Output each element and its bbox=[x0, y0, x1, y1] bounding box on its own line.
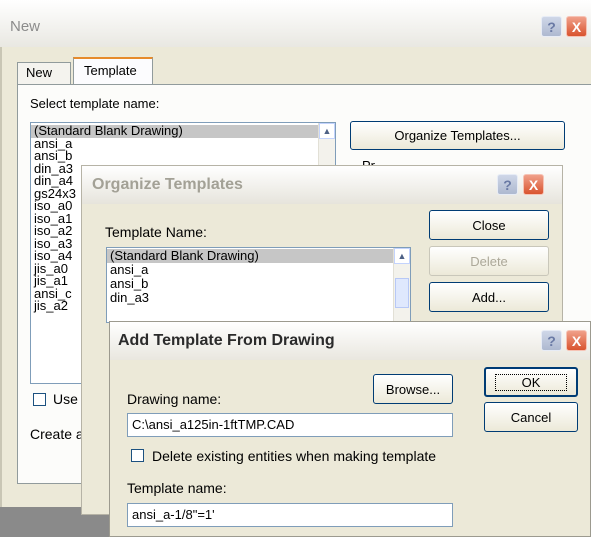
use-checkbox[interactable] bbox=[33, 393, 46, 406]
browse-button[interactable]: Browse... bbox=[373, 374, 453, 404]
add-template-dialog: Add Template From Drawing ? X Drawing na… bbox=[109, 321, 591, 537]
organize-help-icon[interactable]: ? bbox=[497, 174, 518, 195]
delete-entities-label: Delete existing entities when making tem… bbox=[152, 448, 437, 464]
scroll-thumb[interactable] bbox=[395, 278, 409, 308]
drawing-name-label: Drawing name: bbox=[127, 391, 222, 407]
delete-button[interactable]: Delete bbox=[429, 246, 549, 276]
new-help-icon[interactable]: ? bbox=[541, 16, 562, 37]
new-dialog-title: New bbox=[10, 18, 41, 35]
list-item[interactable]: (Standard Blank Drawing) bbox=[31, 124, 335, 138]
use-checkbox-label: Use bbox=[53, 391, 78, 407]
list-item[interactable]: (Standard Blank Drawing) bbox=[107, 249, 410, 263]
drawing-name-field[interactable]: C:\ansi_a125in-1ftTMP.CAD bbox=[127, 413, 453, 437]
template-name-label: Template name: bbox=[127, 480, 227, 496]
add-button[interactable]: Add... bbox=[429, 282, 549, 312]
select-template-label: Select template name: bbox=[30, 96, 160, 111]
organize-template-list[interactable]: (Standard Blank Drawing) ansi_a ansi_b d… bbox=[106, 247, 411, 323]
close-button[interactable]: Close bbox=[429, 210, 549, 240]
new-dialog-titlebar bbox=[0, 0, 591, 47]
delete-entities-checkbox[interactable] bbox=[131, 449, 144, 462]
list-item[interactable]: ansi_b bbox=[107, 277, 410, 291]
add-title: Add Template From Drawing bbox=[118, 332, 335, 349]
list-item[interactable]: ansi_b bbox=[31, 149, 335, 163]
template-name-label: Template Name: bbox=[105, 224, 207, 240]
organize-close-icon[interactable]: X bbox=[523, 174, 544, 195]
organize-templates-button[interactable]: Organize Templates... bbox=[350, 121, 565, 150]
organize-list-scrollbar[interactable]: ▲ bbox=[393, 248, 410, 322]
list-item[interactable]: ansi_a bbox=[31, 137, 335, 151]
scroll-up-icon[interactable]: ▲ bbox=[319, 123, 335, 139]
list-item[interactable]: din_a3 bbox=[107, 291, 410, 305]
organize-title: Organize Templates bbox=[92, 176, 243, 193]
new-close-icon[interactable]: X bbox=[566, 16, 587, 37]
tab-new-label: New bbox=[26, 65, 53, 80]
tab-template-label: Template bbox=[84, 63, 137, 78]
cancel-button[interactable]: Cancel bbox=[484, 402, 578, 432]
scroll-up-icon[interactable]: ▲ bbox=[394, 248, 410, 264]
create-label: Create a bbox=[30, 426, 84, 442]
add-help-icon[interactable]: ? bbox=[541, 330, 562, 351]
add-close-icon[interactable]: X bbox=[566, 330, 587, 351]
template-name-field[interactable]: ansi_a-1/8"=1' bbox=[127, 503, 453, 527]
list-item[interactable]: ansi_a bbox=[107, 263, 410, 277]
ok-button[interactable]: OK bbox=[484, 367, 578, 397]
ok-button-label: OK bbox=[494, 373, 568, 391]
